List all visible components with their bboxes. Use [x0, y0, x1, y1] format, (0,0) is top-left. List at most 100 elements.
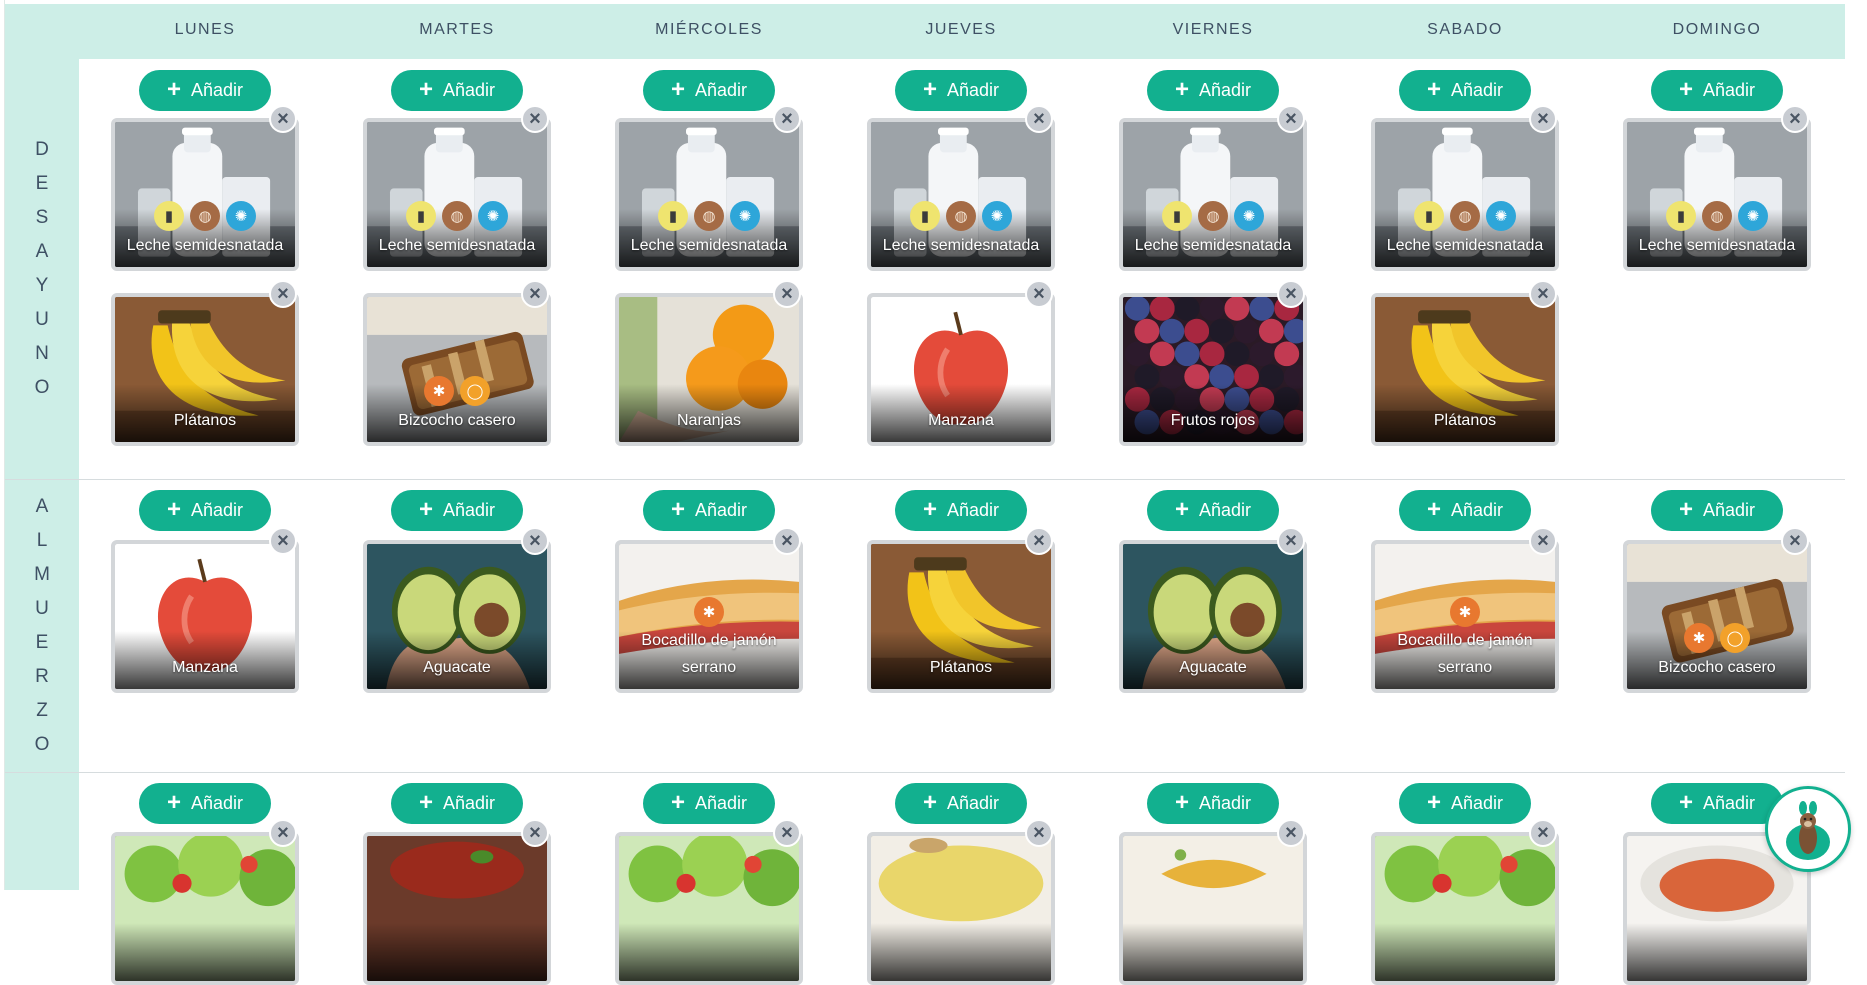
food-card[interactable]: ✱ ◯ Bizcocho casero — [1623, 540, 1811, 693]
add-food-button[interactable]: + Añadir — [643, 70, 775, 111]
close-icon: × — [781, 283, 793, 305]
food-name: Leche semidesnatada — [378, 237, 536, 254]
card-shade — [619, 923, 799, 981]
remove-food-button[interactable]: × — [773, 819, 801, 847]
add-food-label: Añadir — [1702, 80, 1756, 100]
food-card[interactable]: ▮ ◍ ✺ Leche semidesnatada — [363, 118, 551, 271]
food-card[interactable]: ▮ ◍ ✺ Leche semidesnatada — [1371, 118, 1559, 271]
add-food-button[interactable]: + Añadir — [139, 783, 271, 824]
add-food-button[interactable]: + Añadir — [139, 70, 271, 111]
food-card[interactable]: ▮ ◍ ✺ Leche semidesnatada — [1119, 118, 1307, 271]
food-card[interactable]: Plátanos — [1371, 293, 1559, 446]
add-food-button[interactable]: + Añadir — [1651, 490, 1783, 531]
food-card[interactable]: ✱ Bocadillo de jamón serrano — [1371, 540, 1559, 693]
food-card[interactable]: ▮ ◍ ✺ Leche semidesnatada — [111, 118, 299, 271]
remove-food-button[interactable]: × — [269, 105, 297, 133]
meal-label-letter: S — [35, 207, 49, 228]
food-card[interactable]: Naranjas — [615, 293, 803, 446]
remove-food-button[interactable]: × — [1025, 105, 1053, 133]
food-card[interactable] — [111, 832, 299, 985]
add-food-button[interactable]: + Añadir — [1651, 70, 1783, 111]
remove-food-button[interactable]: × — [269, 819, 297, 847]
plus-icon: + — [166, 788, 181, 816]
food-name: Aguacate — [423, 659, 491, 676]
food-card[interactable]: Aguacate — [1119, 540, 1307, 693]
remove-food-button[interactable]: × — [1529, 280, 1557, 308]
add-food-button[interactable]: + Añadir — [1147, 490, 1279, 531]
card-shade — [115, 923, 295, 981]
add-food-button[interactable]: + Añadir — [1399, 70, 1531, 111]
add-food-button[interactable]: + Añadir — [1147, 70, 1279, 111]
food-card[interactable]: ▮ ◍ ✺ Leche semidesnatada — [867, 118, 1055, 271]
add-food-label: Añadir — [1198, 793, 1252, 813]
add-food-button[interactable]: + Añadir — [895, 490, 1027, 531]
meal-label-letter: A — [35, 241, 49, 262]
close-icon: × — [1537, 108, 1549, 130]
remove-food-button[interactable]: × — [1781, 105, 1809, 133]
food-card[interactable]: Plátanos — [867, 540, 1055, 693]
remove-food-button[interactable]: × — [1529, 819, 1557, 847]
remove-food-button[interactable]: × — [269, 527, 297, 555]
add-food-button[interactable]: + Añadir — [1651, 783, 1783, 824]
food-card[interactable] — [867, 832, 1055, 985]
add-food-button[interactable]: + Añadir — [643, 490, 775, 531]
add-food-button[interactable]: + Añadir — [391, 490, 523, 531]
remove-food-button[interactable]: × — [521, 280, 549, 308]
add-food-button[interactable]: + Añadir — [895, 70, 1027, 111]
add-food-button[interactable]: + Añadir — [1399, 490, 1531, 531]
food-card[interactable]: ▮ ◍ ✺ Leche semidesnatada — [615, 118, 803, 271]
food-card[interactable] — [1371, 832, 1559, 985]
card-shade — [1123, 923, 1303, 981]
add-food-button[interactable]: + Añadir — [391, 70, 523, 111]
add-food-button[interactable]: + Añadir — [1147, 783, 1279, 824]
remove-food-button[interactable]: × — [1781, 527, 1809, 555]
remove-food-button[interactable]: × — [521, 527, 549, 555]
add-food-label: Añadir — [1702, 500, 1756, 520]
add-food-button[interactable]: + Añadir — [895, 783, 1027, 824]
peanut-icon: ◍ — [946, 201, 976, 231]
allergen-list: ▮ ◍ ✺ — [1375, 201, 1555, 231]
food-card[interactable]: ✱ Bocadillo de jamón serrano — [615, 540, 803, 693]
remove-food-button[interactable]: × — [1277, 105, 1305, 133]
meal-separator — [5, 479, 1845, 480]
food-card[interactable] — [363, 832, 551, 985]
food-card[interactable]: Manzana — [867, 293, 1055, 446]
card-shade — [367, 923, 547, 981]
food-card[interactable]: Manzana — [111, 540, 299, 693]
remove-food-button[interactable]: × — [1025, 819, 1053, 847]
remove-food-button[interactable]: × — [1529, 105, 1557, 133]
food-card[interactable]: ✱ ◯ Bizcocho casero — [363, 293, 551, 446]
remove-food-button[interactable]: × — [1025, 280, 1053, 308]
day-header: VIERNES — [1172, 21, 1254, 38]
food-card[interactable] — [615, 832, 803, 985]
remove-food-button[interactable]: × — [269, 280, 297, 308]
remove-food-button[interactable]: × — [1277, 819, 1305, 847]
food-card[interactable]: ▮ ◍ ✺ Leche semidesnatada — [1623, 118, 1811, 271]
add-food-button[interactable]: + Añadir — [139, 490, 271, 531]
peanut-icon: ◍ — [694, 201, 724, 231]
food-card[interactable]: Aguacate — [363, 540, 551, 693]
wheat-icon: ✱ — [694, 597, 724, 627]
plus-icon: + — [418, 788, 433, 816]
add-food-button[interactable]: + Añadir — [1399, 783, 1531, 824]
food-card[interactable]: Plátanos — [111, 293, 299, 446]
close-icon: × — [781, 530, 793, 552]
remove-food-button[interactable]: × — [521, 819, 549, 847]
food-card[interactable]: Frutos rojos — [1119, 293, 1307, 446]
remove-food-button[interactable]: × — [773, 105, 801, 133]
food-name: Leche semidesnatada — [1638, 237, 1796, 254]
remove-food-button[interactable]: × — [1277, 527, 1305, 555]
plus-icon: + — [1678, 75, 1693, 103]
remove-food-button[interactable]: × — [773, 527, 801, 555]
close-icon: × — [277, 822, 289, 844]
remove-food-button[interactable]: × — [773, 280, 801, 308]
remove-food-button[interactable]: × — [1025, 527, 1053, 555]
remove-food-button[interactable]: × — [521, 105, 549, 133]
add-food-button[interactable]: + Añadir — [643, 783, 775, 824]
close-icon: × — [1537, 283, 1549, 305]
chat-assistant-button[interactable] — [1765, 786, 1851, 872]
remove-food-button[interactable]: × — [1529, 527, 1557, 555]
food-card[interactable] — [1119, 832, 1307, 985]
add-food-button[interactable]: + Añadir — [391, 783, 523, 824]
remove-food-button[interactable]: × — [1277, 280, 1305, 308]
